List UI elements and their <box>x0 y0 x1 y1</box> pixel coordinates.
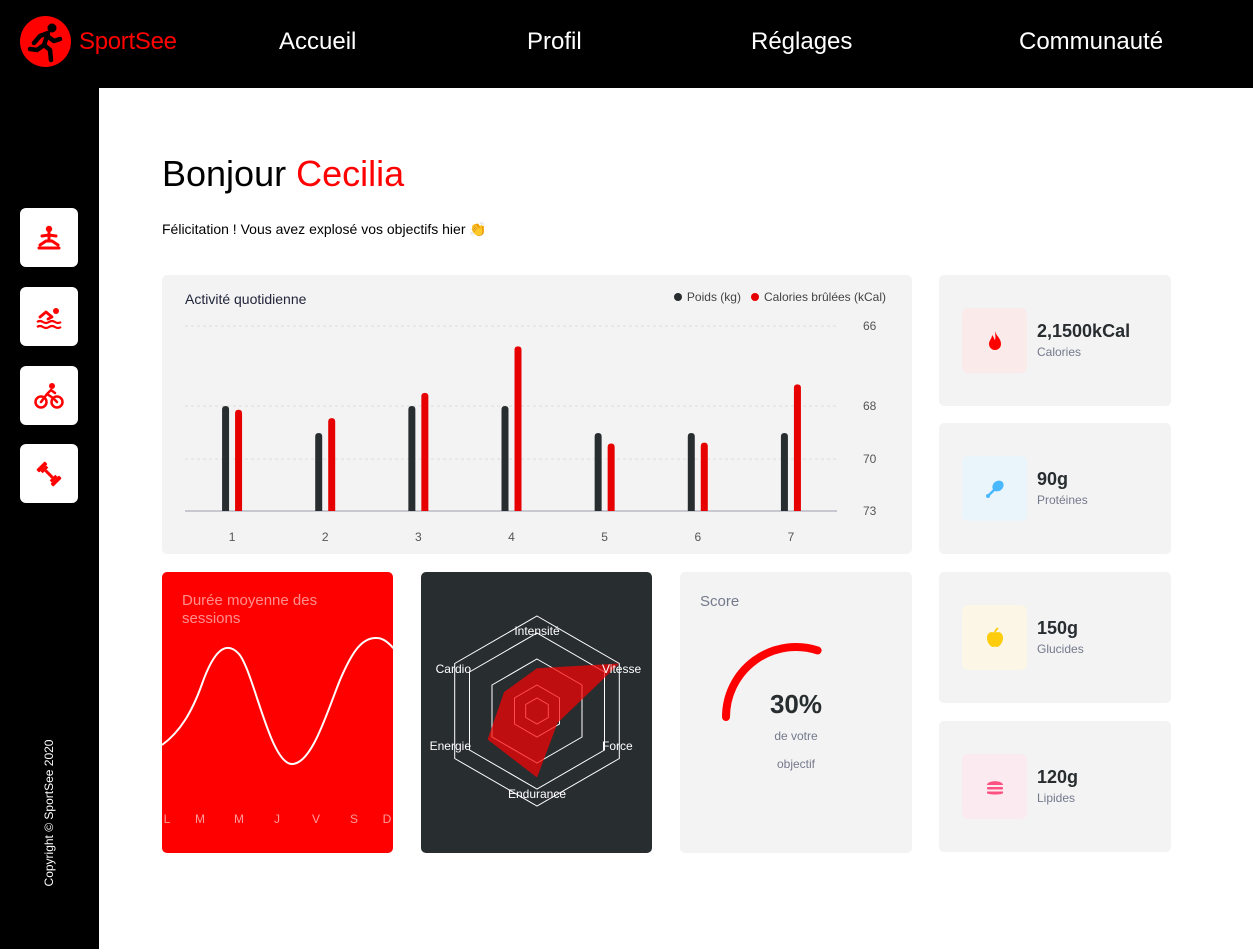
weight-bar <box>222 406 230 511</box>
logo[interactable]: SportSee <box>20 16 177 67</box>
top-navigation: SportSee Accueil Profil Réglages Communa… <box>0 0 1253 88</box>
weight-bar <box>315 433 323 511</box>
radar-area <box>487 663 620 778</box>
fire-icon <box>962 308 1027 373</box>
day-label: J <box>274 812 280 826</box>
sidebar: Copyright © SportSee 2020 <box>0 88 99 949</box>
nutrition-label: Lipides <box>1037 791 1076 805</box>
activity-bar-chart: 66 68 70 73 1 2 3 4 5 6 7 <box>185 319 877 544</box>
x-tick-label: 5 <box>601 530 608 544</box>
greeting-prefix: Bonjour <box>162 153 297 194</box>
day-label: M <box>234 812 244 826</box>
swimming-button[interactable] <box>20 287 78 346</box>
nav-communaute[interactable]: Communauté <box>1019 28 1163 56</box>
nutrition-value: 2,1500kCal <box>1037 321 1131 341</box>
x-tick-label: 2 <box>322 530 329 544</box>
y-tick-label: 68 <box>863 399 877 413</box>
calories-bar <box>607 443 615 511</box>
day-label: D <box>383 812 392 826</box>
sessions-line-chart: LMMJVSD <box>162 636 393 826</box>
performance-radar-chart: Intensité Vitesse Force Endurance Energie Car… <box>430 615 641 807</box>
x-tick-label: 7 <box>788 530 795 544</box>
radar-axis-label: Vitesse <box>602 662 641 676</box>
swimming-icon <box>36 307 62 329</box>
calories-bar <box>328 418 336 511</box>
day-label: M <box>195 812 205 826</box>
calories-bar <box>235 409 243 511</box>
day-label: V <box>312 812 320 826</box>
x-tick-label: 1 <box>229 530 236 544</box>
score-card: Score 30% de votre objectif <box>680 572 912 853</box>
radar-axis-label: Energie <box>430 739 472 753</box>
nutrition-card-glucides: 150g Glucides <box>939 572 1171 703</box>
sessions-chart-card: Durée moyenne des sessions LMMJVSD <box>162 572 393 853</box>
nutrition-card-protéines: 90g Protéines <box>939 423 1171 554</box>
nutrition-label: Protéines <box>1037 493 1088 507</box>
activity-chart-card: Activité quotidienne Poids (kg) Calories… <box>162 275 912 554</box>
calories-bar <box>514 346 522 511</box>
congrats-message: Félicitation ! Vous avez explosé vos obj… <box>162 221 487 237</box>
radar-axis-label: Cardio <box>436 662 472 676</box>
weight-bar <box>780 433 788 511</box>
day-label: S <box>350 812 358 826</box>
y-tick-label: 70 <box>863 452 877 466</box>
nav-reglages[interactable]: Réglages <box>751 28 852 56</box>
y-tick-label: 73 <box>863 504 877 518</box>
nutrition-value: 150g <box>1037 618 1079 638</box>
performance-radar-card: Intensité Vitesse Force Endurance Energie Car… <box>421 572 652 853</box>
nutrition-label: Glucides <box>1037 642 1084 656</box>
x-tick-label: 3 <box>415 530 422 544</box>
x-tick-label: 4 <box>508 530 515 544</box>
page-title: Bonjour Cecilia <box>162 153 404 195</box>
nutrition-card-lipides: 120g Lipides <box>939 721 1171 852</box>
x-tick-label: 6 <box>694 530 701 544</box>
day-label: L <box>164 812 171 826</box>
calories-bar <box>421 392 429 511</box>
weight-bar <box>687 433 695 511</box>
score-text-line1: de votre <box>774 729 818 743</box>
nutrition-label: Calories <box>1037 345 1082 359</box>
weight-bar <box>594 433 602 511</box>
sessions-line <box>162 636 393 766</box>
nutrition-card-calories: 2,1500kCal Calories <box>939 275 1171 406</box>
weight-bar <box>408 406 416 511</box>
dumbbell-icon <box>36 461 62 486</box>
y-tick-label: 66 <box>863 319 877 333</box>
cycling-icon <box>34 382 64 409</box>
nav-accueil[interactable]: Accueil <box>279 28 356 56</box>
copyright-text: Copyright © SportSee 2020 <box>42 739 56 887</box>
calories-bar <box>793 384 801 511</box>
meditation-icon <box>37 225 61 249</box>
radar-axis-label: Force <box>602 739 633 753</box>
nutrition-value: 120g <box>1037 767 1079 787</box>
dumbbell-button[interactable] <box>20 444 78 503</box>
apple-icon <box>962 605 1027 670</box>
weight-bar <box>501 406 509 511</box>
score-text-line2: objectif <box>776 757 816 771</box>
score-percent: 30% <box>769 689 823 719</box>
app-name: SportSee <box>79 27 177 55</box>
meditation-button[interactable] <box>20 208 78 267</box>
chicken-icon <box>962 456 1027 521</box>
radar-axis-label: Endurance <box>508 787 566 801</box>
calories-bar <box>700 442 708 511</box>
runner-logo-icon <box>20 16 71 67</box>
burger-icon <box>962 754 1027 819</box>
user-name: Cecilia <box>296 153 405 194</box>
nutrition-value: 90g <box>1037 469 1069 489</box>
cycling-button[interactable] <box>20 366 78 425</box>
nav-profil[interactable]: Profil <box>527 28 582 56</box>
radar-axis-label: Intensité <box>514 624 560 638</box>
